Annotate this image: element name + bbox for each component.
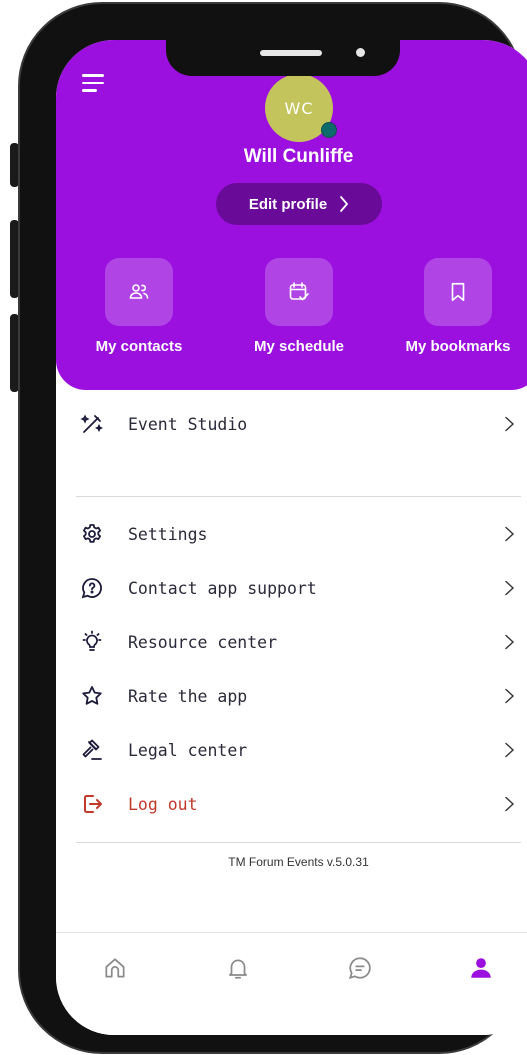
profile-icon[interactable] — [468, 955, 494, 981]
menu-item-event-studio[interactable]: Event Studio — [56, 400, 527, 448]
divider — [76, 842, 521, 843]
menu-item-rate-app[interactable]: Rate the app — [56, 672, 527, 720]
shortcut-label: My contacts — [95, 338, 183, 355]
chevron-right-icon — [505, 796, 515, 812]
avatar-initials: WC — [284, 98, 314, 118]
chevron-right-icon — [505, 634, 515, 650]
gear-icon — [83, 524, 101, 543]
menu-item-log-out[interactable]: Log out — [56, 780, 527, 828]
star-icon — [82, 686, 102, 705]
shortcut-my-contacts[interactable]: My contacts — [59, 258, 219, 355]
bottom-tab-bar — [56, 932, 527, 1035]
shortcut-my-schedule[interactable]: My schedule — [219, 258, 379, 355]
user-name: Will Cunliffe — [243, 146, 354, 167]
online-status-dot — [321, 122, 337, 138]
menu-label: Log out — [128, 794, 198, 814]
phone-frame: WC Will Cunliffe Edit profile My contact… — [18, 2, 527, 1054]
shortcut-my-bookmarks[interactable]: My bookmarks — [378, 258, 527, 355]
chevron-right-icon — [505, 416, 515, 432]
menu-label: Settings — [128, 524, 208, 544]
chevron-right-icon — [505, 688, 515, 704]
speaker-grille — [260, 50, 322, 56]
lightbulb-icon — [82, 630, 102, 651]
divider — [76, 496, 521, 497]
edit-profile-button[interactable]: Edit profile — [216, 183, 382, 225]
chevron-right-icon — [505, 742, 515, 758]
help-chat-icon — [81, 578, 102, 599]
contacts-icon — [129, 284, 149, 299]
logout-icon — [84, 795, 102, 813]
phone-notch — [166, 34, 400, 76]
shortcut-label: My schedule — [253, 338, 345, 355]
menu-item-legal-center[interactable]: Legal center — [56, 726, 527, 774]
menu-label: Rate the app — [128, 686, 248, 706]
chat-icon[interactable] — [347, 955, 373, 981]
hamburger-menu-icon[interactable] — [82, 74, 104, 97]
menu-label: Contact app support — [128, 578, 317, 598]
contacts-tile[interactable] — [105, 258, 173, 326]
profile-header: WC Will Cunliffe Edit profile My contact… — [56, 40, 527, 390]
home-icon[interactable] — [102, 955, 128, 981]
front-camera — [356, 48, 365, 57]
app-screen: WC Will Cunliffe Edit profile My contact… — [56, 40, 527, 1035]
shortcut-label: My bookmarks — [405, 338, 511, 355]
menu-item-contact-support[interactable]: Contact app support — [56, 564, 527, 612]
bookmarks-tile[interactable] — [424, 258, 492, 326]
calendar-check-icon — [289, 282, 309, 301]
chevron-right-icon — [505, 526, 515, 542]
bell-icon[interactable] — [225, 955, 251, 981]
menu-item-settings[interactable]: Settings — [56, 510, 527, 558]
menu-label: Resource center — [128, 632, 278, 652]
magic-wand-icon — [80, 414, 104, 433]
avatar[interactable]: WC — [265, 74, 337, 142]
bookmark-icon — [451, 282, 465, 302]
gavel-icon — [82, 739, 102, 760]
menu-item-resource-center[interactable]: Resource center — [56, 618, 527, 666]
edit-profile-label: Edit profile — [248, 195, 328, 213]
app-version: TM Forum Events v.5.0.31 — [228, 855, 369, 869]
chevron-right-icon — [340, 196, 349, 212]
chevron-right-icon — [505, 580, 515, 596]
menu-label: Legal center — [128, 740, 248, 760]
menu-label: Event Studio — [128, 414, 248, 434]
schedule-tile[interactable] — [265, 258, 333, 326]
